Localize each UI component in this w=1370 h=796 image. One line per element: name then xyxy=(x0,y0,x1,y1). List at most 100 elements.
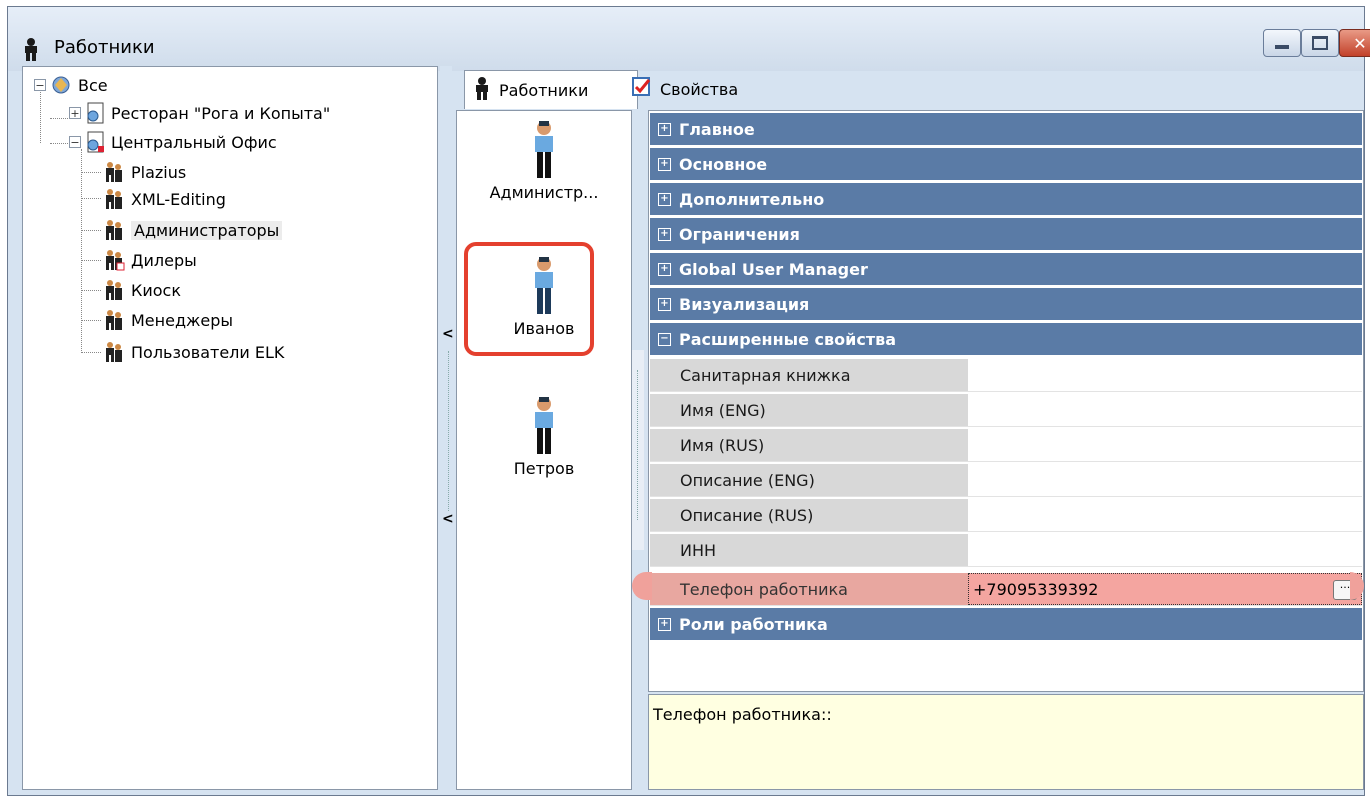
employee-item[interactable]: Петров xyxy=(457,395,631,478)
group-icon xyxy=(103,219,125,241)
property-value[interactable] xyxy=(968,359,1362,391)
category-global-user-manager[interactable]: + Global User Manager xyxy=(650,253,1362,285)
category-label: Визуализация xyxy=(679,294,810,314)
collapse-icon[interactable]: − xyxy=(34,79,46,91)
splitter-grip xyxy=(637,370,638,520)
org-icon xyxy=(85,131,105,153)
tree-line xyxy=(50,118,68,119)
tab-employees[interactable]: Работники xyxy=(464,70,638,109)
tree-group-kiosk[interactable]: Киоск xyxy=(103,278,181,302)
tree-group-elk-users[interactable]: Пользователи ELK xyxy=(103,340,284,364)
property-name: Санитарная книжка xyxy=(650,359,968,391)
minimize-button[interactable] xyxy=(1263,29,1301,57)
category-roles[interactable]: + Роли работника xyxy=(650,608,1362,640)
maximize-button[interactable] xyxy=(1301,29,1339,57)
tree-group-plazius[interactable]: Plazius xyxy=(103,160,186,184)
employee-list: Администр... Иванов Петров xyxy=(456,110,632,790)
tree-line xyxy=(81,149,82,353)
description-text: Телефон работника:: xyxy=(653,705,832,724)
expand-icon[interactable]: + xyxy=(658,227,671,241)
category-label: Главное xyxy=(679,119,755,139)
tree-node-label: Ресторан "Рога и Копыта" xyxy=(111,103,331,123)
expand-icon[interactable]: + xyxy=(658,617,671,631)
group-icon xyxy=(103,188,125,210)
tree-root[interactable]: − Все xyxy=(34,73,108,97)
window-title: Работники xyxy=(54,37,155,58)
expand-icon[interactable]: + xyxy=(658,262,671,276)
tree-line xyxy=(81,352,101,353)
tab-label: Свойства xyxy=(660,79,739,99)
category-basic[interactable]: + Основное xyxy=(650,148,1362,180)
tree-line xyxy=(81,260,101,261)
expand-icon[interactable]: + xyxy=(658,157,671,171)
collapse-icon[interactable]: − xyxy=(69,136,81,148)
property-row-phone[interactable]: Телефон работника +79095339392 ··· xyxy=(650,573,1362,606)
collapse-left-icon[interactable]: < xyxy=(442,326,454,342)
tree-group-label: Пользователи ELK xyxy=(131,342,285,362)
group-icon xyxy=(103,161,125,183)
tree-group-administrators[interactable]: Администраторы xyxy=(103,218,283,242)
employee-avatar-icon xyxy=(531,397,557,459)
phone-value-field[interactable]: +79095339392 ··· xyxy=(968,573,1362,605)
collapse-icon[interactable]: − xyxy=(658,332,671,346)
category-restrictions[interactable]: + Ограничения xyxy=(650,218,1362,250)
property-value[interactable] xyxy=(968,464,1362,496)
category-label: Дополнительно xyxy=(679,189,825,209)
employee-icon xyxy=(473,76,491,104)
tree-line xyxy=(50,143,68,144)
property-row[interactable]: Описание (ENG) xyxy=(650,464,1362,497)
property-name: Имя (ENG) xyxy=(650,394,968,426)
category-label: Ограничения xyxy=(679,224,800,244)
tree-splitter[interactable]: < < xyxy=(440,66,454,788)
category-visualization[interactable]: + Визуализация xyxy=(650,288,1362,320)
tree-group-label: Менеджеры xyxy=(131,310,234,330)
employee-icon xyxy=(22,37,40,65)
property-row[interactable]: Описание (RUS) xyxy=(650,499,1362,532)
category-main[interactable]: + Главное xyxy=(650,113,1362,145)
tree-line xyxy=(81,320,101,321)
property-row[interactable]: Санитарная книжка xyxy=(650,359,1362,392)
collapse-left-icon[interactable]: < xyxy=(442,511,454,527)
title-bar: Работники ✕ xyxy=(8,7,1370,71)
tree-group-xml-editing[interactable]: XML-Editing xyxy=(103,187,226,211)
close-icon: ✕ xyxy=(1353,33,1367,53)
tree-group-dealers[interactable]: Дилеры xyxy=(103,248,197,272)
property-value[interactable] xyxy=(968,394,1362,426)
tree-group-managers[interactable]: Менеджеры xyxy=(103,308,233,332)
tab-properties[interactable]: Свойства xyxy=(624,70,746,108)
close-button[interactable]: ✕ xyxy=(1339,29,1370,57)
property-value[interactable] xyxy=(968,534,1362,566)
property-row[interactable]: ИНН xyxy=(650,534,1362,567)
org-icon xyxy=(85,102,105,124)
property-grid: + Главное + Основное + Дополнительно + Огран… xyxy=(648,110,1364,692)
category-label: Global User Manager xyxy=(679,259,868,279)
employee-label: Петров xyxy=(513,459,575,478)
properties-icon xyxy=(632,77,652,101)
group-icon xyxy=(103,249,125,271)
category-label: Основное xyxy=(679,154,768,174)
tab-label: Работники xyxy=(499,80,589,100)
splitter-grip xyxy=(448,351,449,511)
selection-highlight xyxy=(464,242,594,356)
property-value[interactable] xyxy=(968,429,1362,461)
expand-icon[interactable]: + xyxy=(658,297,671,311)
group-icon xyxy=(103,341,125,363)
tree-line xyxy=(81,290,101,291)
employee-item[interactable]: Администр... xyxy=(457,119,631,202)
expand-icon[interactable]: + xyxy=(658,192,671,206)
property-name: Описание (RUS) xyxy=(650,499,968,531)
property-row[interactable]: Имя (ENG) xyxy=(650,394,1362,427)
tree-group-label: Дилеры xyxy=(131,250,197,270)
tree-group-label: Администраторы xyxy=(131,220,283,240)
employee-splitter[interactable] xyxy=(632,350,644,550)
category-extended[interactable]: − Расширенные свойства xyxy=(650,323,1362,355)
expand-icon[interactable]: + xyxy=(658,122,671,136)
property-value[interactable] xyxy=(968,499,1362,531)
group-icon xyxy=(103,279,125,301)
tree-node-restaurant[interactable]: + Ресторан "Рога и Копыта" xyxy=(69,101,330,125)
tree-node-central-office[interactable]: − Центральный Офис xyxy=(69,130,277,154)
tree-line xyxy=(81,198,101,199)
property-row[interactable]: Имя (RUS) xyxy=(650,429,1362,462)
expand-icon[interactable]: + xyxy=(69,107,81,119)
category-additional[interactable]: + Дополнительно xyxy=(650,183,1362,215)
